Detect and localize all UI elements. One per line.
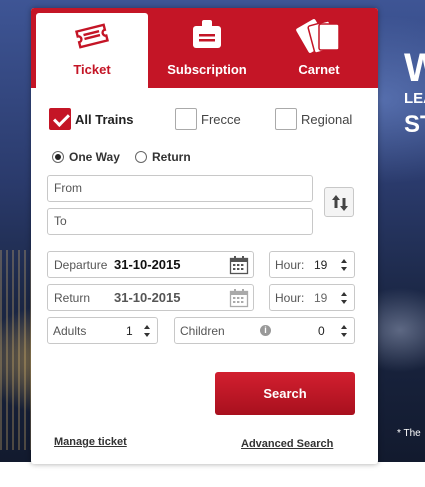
children-value: 0 bbox=[318, 324, 325, 338]
checkbox-box[interactable] bbox=[275, 108, 297, 130]
city-lights bbox=[0, 250, 32, 450]
from-input[interactable]: From bbox=[47, 175, 313, 202]
return-label: Return bbox=[54, 291, 91, 305]
tab-label: Subscription bbox=[167, 62, 247, 77]
promo-subline: LEA bbox=[404, 90, 425, 107]
promo-tagline: ST bbox=[404, 111, 425, 138]
radio-label: One Way bbox=[69, 150, 120, 164]
departure-label: Departure bbox=[54, 258, 108, 272]
stepper-arrows-icon[interactable] bbox=[144, 325, 151, 337]
tab-label: Carnet bbox=[298, 62, 340, 77]
checkbox-regional[interactable]: Regional bbox=[275, 108, 352, 130]
tab-carnet[interactable]: Carnet bbox=[263, 8, 375, 88]
hour-label: Hour: bbox=[275, 258, 305, 272]
promo-headline: W bbox=[404, 46, 425, 90]
checkbox-label: Regional bbox=[301, 111, 353, 127]
radio-one-way[interactable]: One Way bbox=[52, 150, 120, 164]
radio-dot[interactable] bbox=[52, 151, 64, 163]
hour-label: Hour: bbox=[275, 291, 305, 305]
search-button[interactable]: Search bbox=[215, 372, 355, 415]
adults-label: Adults bbox=[53, 324, 87, 338]
hour-value: 19 bbox=[314, 291, 328, 305]
return-date: 31-10-2015 bbox=[114, 290, 181, 305]
tab-ticket[interactable]: Ticket bbox=[36, 13, 148, 88]
tab-label: Ticket bbox=[73, 62, 111, 77]
checkbox-label: Frecce bbox=[201, 111, 241, 127]
checkbox-label: All Trains bbox=[75, 111, 134, 127]
radio-return[interactable]: Return bbox=[135, 150, 191, 164]
swap-arrows-icon bbox=[332, 195, 348, 211]
stepper-arrows-icon[interactable] bbox=[341, 325, 348, 337]
tickets-stack-icon bbox=[295, 18, 343, 57]
manage-ticket-link[interactable]: Manage ticket bbox=[54, 436, 127, 448]
checkbox-box[interactable] bbox=[49, 108, 71, 130]
stepper-arrows-icon[interactable] bbox=[341, 259, 348, 271]
info-icon[interactable]: i bbox=[260, 325, 271, 336]
swap-stations-button[interactable] bbox=[324, 187, 354, 217]
checkbox-frecce[interactable]: Frecce bbox=[175, 108, 241, 130]
departure-hour-select[interactable]: Hour: 19 bbox=[269, 251, 355, 278]
hour-value: 19 bbox=[314, 258, 328, 272]
adults-select[interactable]: Adults 1 bbox=[47, 317, 158, 344]
departure-date: 31-10-2015 bbox=[114, 257, 181, 272]
tab-bar: Ticket Subscription Carnet bbox=[31, 8, 378, 88]
return-hour-select[interactable]: Hour: 19 bbox=[269, 284, 355, 311]
radio-dot[interactable] bbox=[135, 151, 147, 163]
adults-value: 1 bbox=[126, 324, 133, 338]
departure-date-field[interactable]: Departure 31-10-2015 bbox=[47, 251, 254, 278]
children-select[interactable]: Children i 0 bbox=[174, 317, 355, 344]
promo-footnote: * The bbox=[397, 428, 421, 439]
to-input[interactable]: To bbox=[47, 208, 313, 235]
tab-subscription[interactable]: Subscription bbox=[151, 8, 263, 88]
return-date-field[interactable]: Return 31-10-2015 bbox=[47, 284, 254, 311]
calendar-icon[interactable] bbox=[229, 255, 249, 278]
radio-label: Return bbox=[152, 150, 191, 164]
ticket-icon bbox=[72, 19, 112, 56]
booking-panel: Ticket Subscription Carnet All Trains Fr… bbox=[31, 8, 378, 464]
advanced-search-link[interactable]: Advanced Search bbox=[241, 438, 333, 450]
checkbox-box[interactable] bbox=[175, 108, 197, 130]
calendar-icon[interactable] bbox=[229, 288, 249, 311]
stepper-arrows-icon[interactable] bbox=[341, 292, 348, 304]
checkbox-all-trains[interactable]: All Trains bbox=[49, 108, 134, 130]
children-label: Children bbox=[180, 324, 225, 338]
page-bottom bbox=[0, 462, 425, 487]
id-badge-icon bbox=[191, 18, 223, 55]
